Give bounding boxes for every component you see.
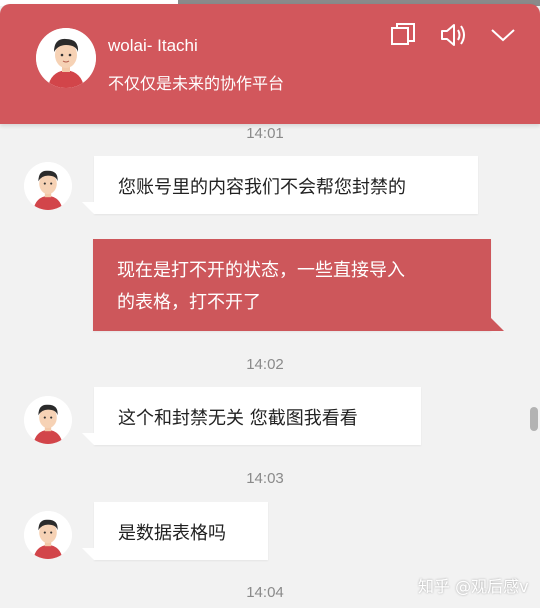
- message-line: 的表格，打不开了: [117, 292, 261, 313]
- chat-scrollbar[interactable]: [530, 407, 538, 431]
- watermark: 知乎 @观后感v: [418, 577, 529, 596]
- message-bubble-received[interactable]: 这个和封禁无关 您截图我看看: [82, 387, 421, 445]
- contact-subtitle: 不仅仅是未来的协作平台: [108, 74, 285, 93]
- message-timestamp: 14:01: [246, 125, 284, 142]
- agent-avatar[interactable]: [24, 162, 72, 210]
- message-timestamp: 14:02: [246, 356, 284, 373]
- message-line: 现在是打不开的状态，一些直接导入: [117, 260, 405, 281]
- agent-avatar[interactable]: [36, 28, 96, 88]
- message-bubble-sent[interactable]: 现在是打不开的状态，一些直接导入 的表格，打不开了: [93, 239, 504, 331]
- restore-window-icon[interactable]: [388, 20, 418, 50]
- chat-header: wolai- Itachi 不仅仅是未来的协作平台: [0, 4, 540, 124]
- speaker-icon[interactable]: [438, 20, 468, 50]
- message-timestamp: 14:03: [246, 470, 284, 487]
- message-bubble-received[interactable]: 是数据表格吗: [82, 502, 268, 560]
- contact-name: wolai- Itachi: [108, 36, 198, 55]
- agent-avatar[interactable]: [24, 511, 72, 559]
- message-bubble-received[interactable]: 您账号里的内容我们不会帮您封禁的: [82, 156, 478, 214]
- message-timestamp: 14:04: [246, 584, 284, 601]
- chevron-down-icon[interactable]: [488, 20, 518, 50]
- agent-avatar[interactable]: [24, 396, 72, 444]
